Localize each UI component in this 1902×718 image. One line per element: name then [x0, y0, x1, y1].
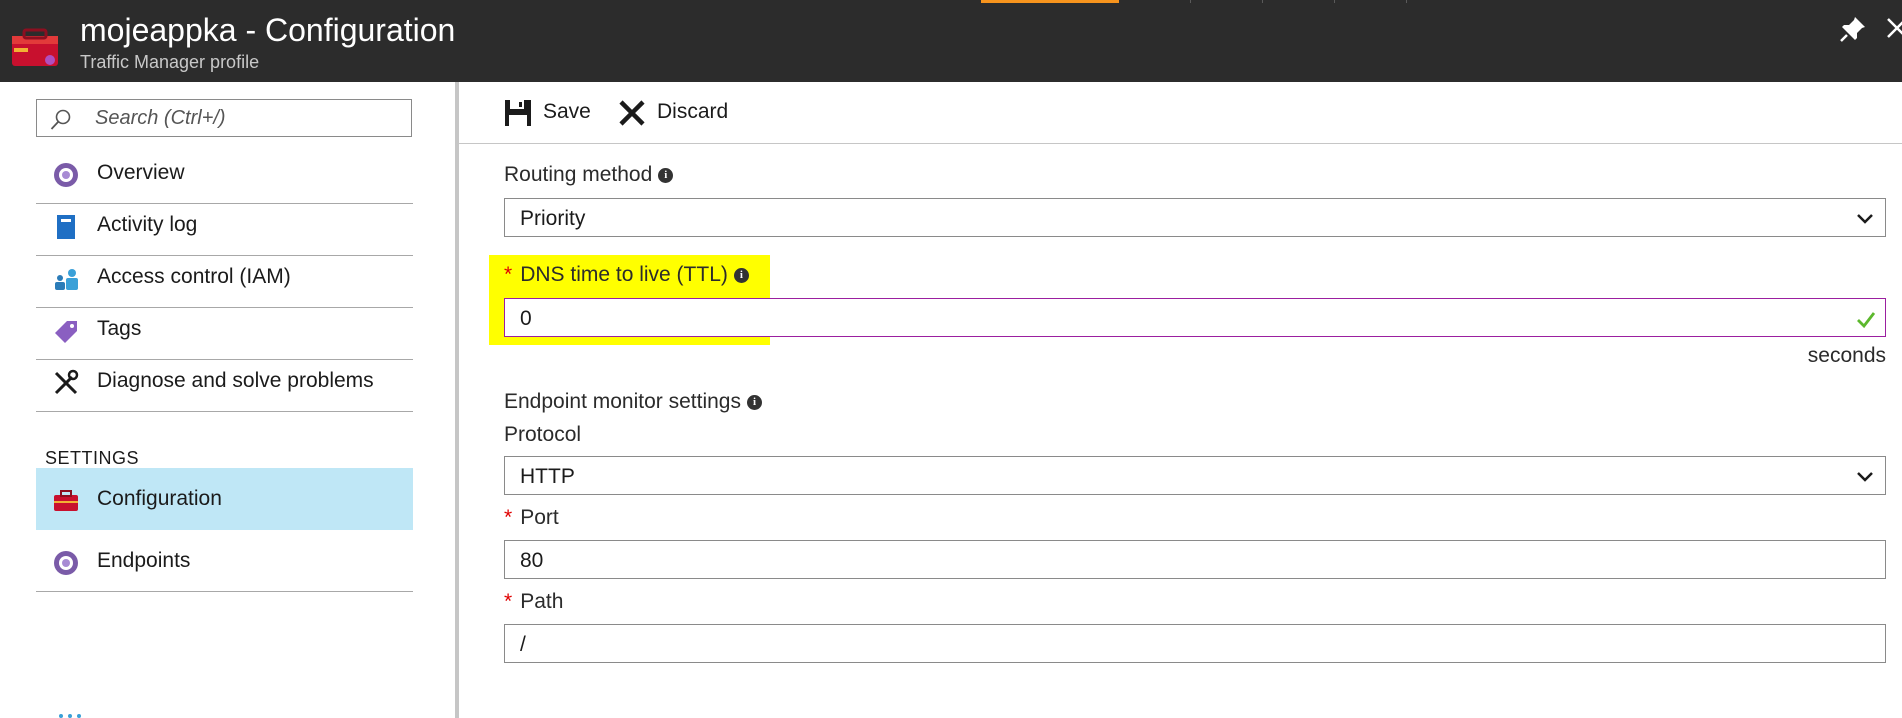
chevron-down-icon: [1857, 472, 1873, 482]
port-value: 80: [520, 549, 544, 572]
sidebar-item-label: Endpoints: [97, 549, 191, 572]
resource-menu: Overview Activity log Access control (IA…: [0, 82, 458, 718]
sidebar-item-label: Tags: [97, 317, 142, 340]
toolbox-icon: [54, 490, 78, 511]
info-icon[interactable]: i: [746, 394, 762, 410]
activity-log-icon: [57, 215, 75, 239]
blade-separator: [1190, 0, 1191, 3]
blade-separator: [1262, 0, 1263, 3]
port-input[interactable]: 80: [504, 540, 1886, 579]
page-title: mojeappka - Configuration: [80, 12, 456, 48]
search-input[interactable]: [95, 104, 395, 132]
ttl-label: * DNS time to live (TTL) i: [504, 263, 749, 287]
sidebar-item-label: Overview: [97, 161, 185, 184]
save-button[interactable]: Save: [503, 96, 593, 130]
settings-section-header: SETTINGS: [45, 448, 140, 468]
routing-method-value: Priority: [520, 207, 586, 230]
discard-icon: [619, 100, 645, 126]
close-icon[interactable]: [1886, 16, 1902, 42]
info-icon[interactable]: i: [658, 167, 674, 183]
routing-method-label-text: Routing method: [504, 163, 653, 186]
path-input[interactable]: /: [504, 624, 1886, 663]
path-value: /: [520, 633, 526, 656]
sidebar-item-label: Access control (IAM): [97, 265, 291, 288]
sidebar-item-diagnose[interactable]: Diagnose and solve problems: [36, 350, 413, 412]
routing-method-label: Routing method i: [504, 163, 674, 187]
discard-label: Discard: [657, 100, 729, 123]
blade-header: mojeappka - Configuration Traffic Manage…: [0, 0, 1902, 82]
protocol-value: HTTP: [520, 465, 575, 488]
command-bar: Save Discard: [459, 82, 1902, 144]
traffic-manager-icon: [54, 163, 78, 187]
endpoint-monitor-text: Endpoint monitor settings: [504, 390, 741, 413]
blade-separator: [1406, 0, 1407, 3]
chevron-down-icon: [1857, 214, 1873, 224]
sidebar-item-endpoints[interactable]: Endpoints: [36, 530, 413, 592]
ttl-value: 0: [520, 307, 532, 330]
checkmark-icon: [1857, 312, 1876, 329]
sidebar-item-configuration[interactable]: Configuration: [36, 468, 413, 530]
people-icon: [55, 269, 78, 290]
search-icon: [50, 109, 71, 130]
page-subtitle: Traffic Manager profile: [80, 52, 260, 72]
endpoint-monitor-heading: Endpoint monitor settings i: [504, 390, 762, 414]
save-label: Save: [543, 100, 591, 123]
wrench-icon: [54, 369, 79, 395]
discard-button[interactable]: Discard: [617, 96, 729, 130]
traffic-manager-icon: [54, 551, 78, 575]
sidebar-item-label: Activity log: [97, 213, 198, 236]
ttl-label-text: DNS time to live (TTL): [520, 263, 728, 286]
menu-search-box[interactable]: [36, 99, 412, 137]
sidebar-item-label: Configuration: [97, 487, 222, 510]
tag-icon: [55, 321, 77, 343]
required-marker: *: [504, 263, 513, 286]
save-icon: [505, 100, 531, 126]
ttl-input[interactable]: 0: [504, 298, 1886, 337]
pin-icon[interactable]: [1838, 14, 1868, 44]
blade-separator: [1334, 0, 1335, 3]
active-blade-indicator: [981, 0, 1119, 3]
toolbox-icon: [12, 28, 58, 66]
routing-method-select[interactable]: Priority: [504, 198, 1886, 237]
info-icon[interactable]: i: [733, 267, 749, 283]
protocol-select[interactable]: HTTP: [504, 456, 1886, 495]
more-items-indicator: [59, 714, 81, 718]
sidebar-item-label: Diagnose and solve problems: [97, 369, 374, 392]
